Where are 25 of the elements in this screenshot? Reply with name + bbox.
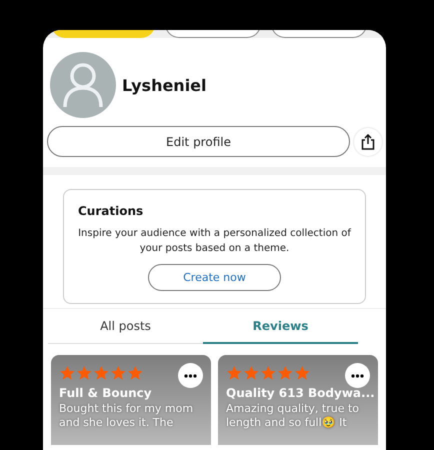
create-now-button[interactable]: Create now xyxy=(148,264,281,291)
star-icon xyxy=(93,365,109,381)
star-icon xyxy=(277,365,293,381)
profile-name: Lysheniel xyxy=(122,76,207,94)
tab[interactable]: Reviews xyxy=(203,309,358,344)
curations-title: Curations xyxy=(78,204,144,218)
curations-description: Inspire your audience with a personalized collection of your posts based on a theme. xyxy=(78,227,351,256)
star-icon xyxy=(243,365,259,381)
tab[interactable]: All posts xyxy=(48,309,203,344)
star-icon xyxy=(59,365,75,381)
star-icon xyxy=(260,365,276,381)
share-icon[interactable] xyxy=(354,128,382,156)
star-icon xyxy=(127,365,143,381)
star-icon xyxy=(110,365,126,381)
review-title: Full & Bouncy xyxy=(59,386,153,400)
review-text: Amazing quality, true to length and so full🥹 It xyxy=(226,402,360,430)
star-icon xyxy=(76,365,92,381)
more-icon[interactable] xyxy=(345,363,370,388)
star-icon xyxy=(226,365,242,381)
edit-profile-button[interactable]: Edit profile xyxy=(47,126,350,157)
review-card[interactable]: Full & Bouncy Bought this for my mom and she loves it. The xyxy=(51,355,211,445)
review-card[interactable]: Quality 613 Bodywa... Amazing quality, true to length and so full🥹 It xyxy=(218,355,378,445)
star-icon xyxy=(294,365,310,381)
more-icon[interactable] xyxy=(178,363,203,388)
review-text: Bought this for my mom and she loves it. The xyxy=(59,402,194,430)
